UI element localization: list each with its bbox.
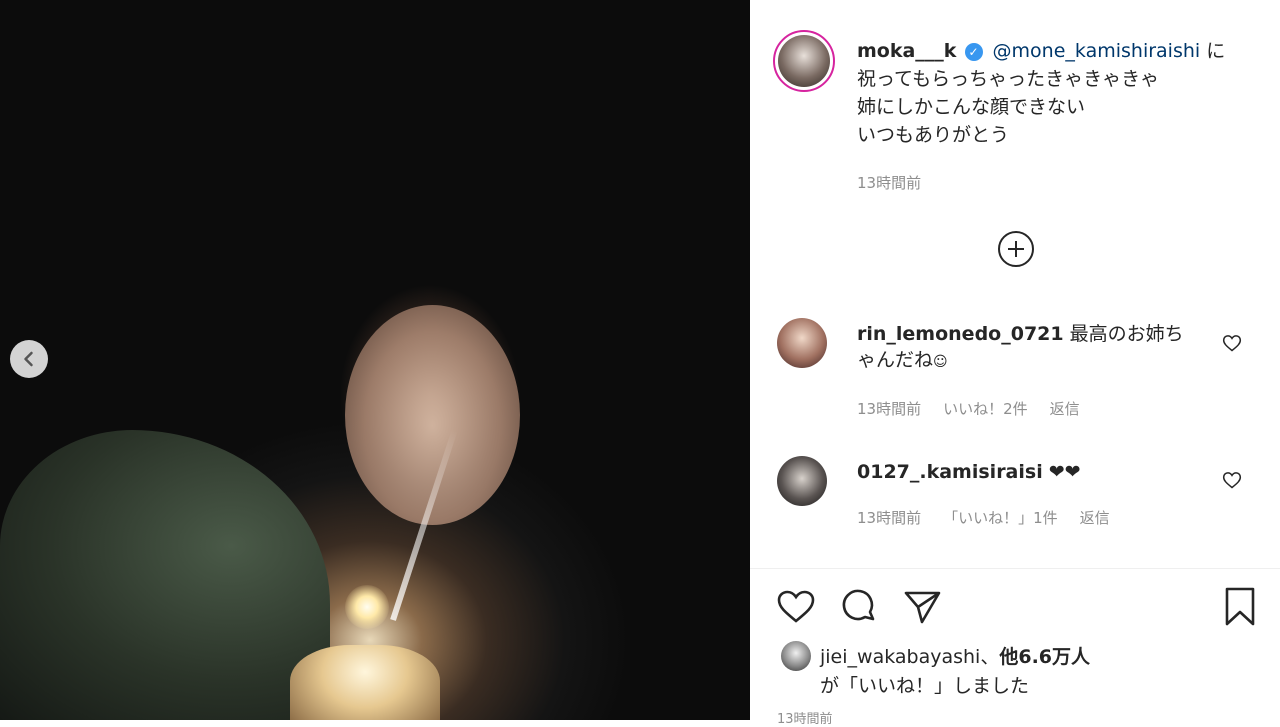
plus-circle-icon [1008,241,1024,257]
comment-like-count[interactable]: 「いいね！」1件 [943,507,1058,528]
likes-separator: 、 [980,646,1000,668]
caption-text-2: 祝ってもらっちゃったきゃきゃきゃ [857,68,1160,90]
likes-summary: jiei_wakabayashi、他6.6万人 が「いいね！」しました [820,643,1090,701]
author-username[interactable]: moka___k [857,40,956,62]
commenter-username[interactable]: 0127_.kamisiraisi [857,461,1043,483]
comment-timestamp: 13時間前 [857,509,922,527]
comment-like-heart-icon[interactable] [1222,470,1242,490]
comment-like-count[interactable]: いいね！2件 [943,398,1028,419]
caption-mention[interactable]: @mone_kamishiraishi [993,40,1201,62]
comment-timestamp: 13時間前 [857,400,922,418]
author-avatar[interactable] [773,30,835,92]
reply-button[interactable]: 返信 [1050,398,1080,419]
like-heart-icon[interactable] [775,586,817,628]
post-photo[interactable] [0,0,750,720]
comment-meta: 13時間前 いいね！2件 返信 [857,398,1080,419]
share-icon[interactable] [901,586,943,628]
likes-suffix: が「いいね！」しました [820,675,1030,697]
chevron-left-icon [24,351,33,367]
comment-text: rin_lemonedo_0721 最高のお姉ちゃんだね☺ [857,321,1197,375]
commenter-avatar[interactable] [777,318,827,368]
commenter-username[interactable]: rin_lemonedo_0721 [857,323,1064,345]
caption-text-3: 姉にしかこんな顔できない [857,96,1086,118]
likes-others-count[interactable]: 他6.6万人 [999,646,1090,668]
photo-shoulder [0,430,330,720]
caption-text-1: に [1200,40,1226,62]
commenter-avatar[interactable] [777,456,827,506]
previous-photo-button[interactable] [10,340,48,378]
comment-icon[interactable] [838,586,880,628]
verified-badge-icon: ✓ [964,43,983,61]
photo-candle-flame [345,585,389,629]
comment-text: 0127_.kamisiraisi ❤❤ [857,459,1197,485]
comment-like-heart-icon[interactable] [1222,333,1242,353]
comment-meta: 13時間前 「いいね！」1件 返信 [857,507,1110,528]
footer-timestamp: 13時間前 [777,712,833,727]
comment-emoji: ☺ [933,354,948,370]
load-more-comments-button[interactable] [998,231,1034,267]
post-caption: moka___k ✓ @mone_kamishiraishi に 祝ってもらっち… [857,37,1257,149]
caption-text-4: いつもありがとう [857,124,1010,146]
post-timestamp: 13時間前 [857,174,922,192]
comment-body: ❤❤ [1042,461,1081,483]
bookmark-icon[interactable] [1219,586,1261,628]
actions-divider [750,568,1280,569]
liker-avatar[interactable] [781,641,811,671]
reply-button[interactable]: 返信 [1080,507,1110,528]
liker-username[interactable]: jiei_wakabayashi [820,646,980,668]
photo-cake [290,645,440,720]
